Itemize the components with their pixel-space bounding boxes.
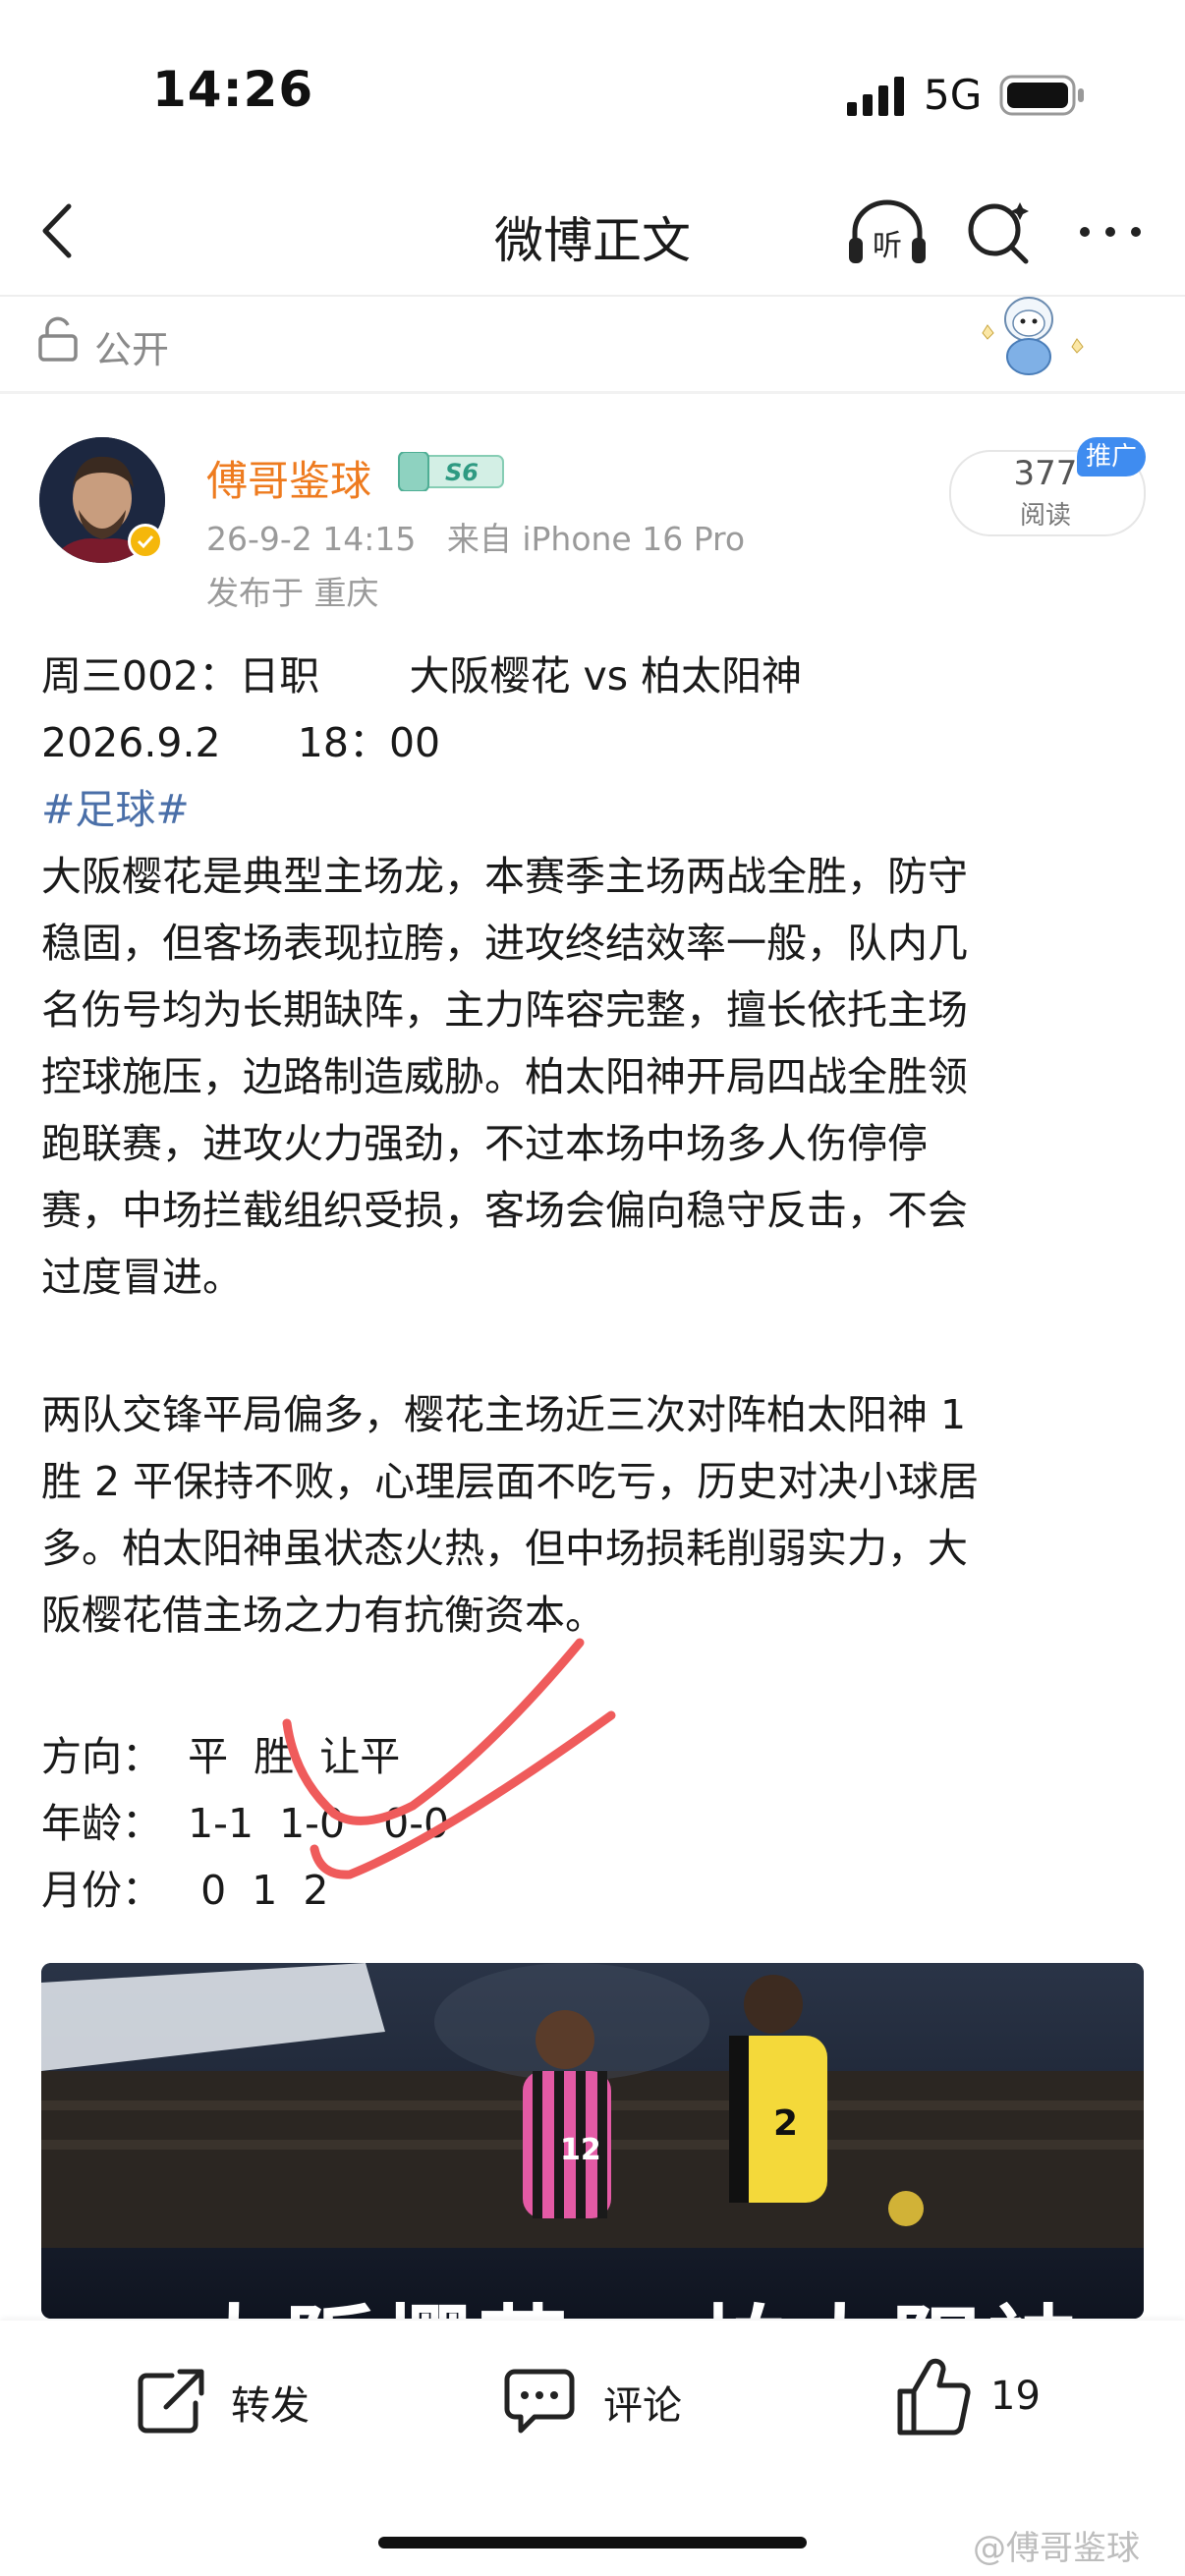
promo-badge[interactable]: 推广 bbox=[1077, 437, 1146, 476]
read-label: 阅读 bbox=[1019, 501, 1071, 531]
status-time: 14:26 bbox=[152, 61, 314, 118]
search-icon[interactable] bbox=[963, 196, 1034, 267]
battery-icon bbox=[999, 75, 1084, 116]
repost-label: 转发 bbox=[231, 2383, 310, 2429]
like-button[interactable]: 19 bbox=[894, 2356, 1091, 2438]
watermark: @傅哥鉴球 bbox=[973, 2529, 1140, 2568]
post-text-line: 跑联赛，进攻火力强劲，不过本场中场多人伤停停 bbox=[41, 1120, 928, 1167]
post-image[interactable]: 12 2 大阪樱花vs柏太阳神 bbox=[41, 1963, 1144, 2319]
post-text-line: 过度冒进。 bbox=[41, 1254, 243, 1301]
post-text-line: 周三002：日职 大阪樱花 vs 柏太阳神 bbox=[41, 652, 803, 700]
author-name[interactable]: 傅哥鉴球 bbox=[206, 448, 371, 508]
comment-button[interactable]: 评论 bbox=[501, 2360, 737, 2438]
topic-tag-link[interactable]: #足球# bbox=[41, 782, 190, 837]
unlock-icon bbox=[38, 316, 78, 362]
post-location: 发布于 重庆 bbox=[206, 574, 379, 612]
post-text-line: 稳固，但客场表现拉胯，进攻终结效率一般，队内几 bbox=[41, 920, 968, 967]
post-text-line: 多。柏太阳神虽状态火热，但中场损耗削弱实力，大 bbox=[41, 1525, 968, 1572]
post-text-line: 赛，中场拦截组织受损，客场会偏向稳守反击，不会 bbox=[41, 1187, 968, 1234]
jersey-number: 12 bbox=[560, 2133, 601, 2167]
mascot-sticker bbox=[982, 297, 1084, 375]
repost-button[interactable]: 转发 bbox=[133, 2360, 388, 2438]
home-indicator[interactable] bbox=[378, 2537, 807, 2548]
level-label: S6 bbox=[445, 459, 479, 486]
post-meta: 26-9-2 14:15 来自 iPhone 16 Pro bbox=[206, 520, 746, 558]
post-text-line: 两队交锋平局偏多，樱花主场近三次对阵柏太阳神 1 bbox=[41, 1391, 967, 1438]
post-text-line: 大阪樱花是典型主场龙，本赛季主场两战全胜，防守 bbox=[41, 853, 968, 900]
comment-label: 评论 bbox=[603, 2383, 682, 2429]
listen-icon-label: 听 bbox=[873, 229, 902, 263]
more-icon[interactable] bbox=[1071, 196, 1150, 267]
post-text-line: 控球施压，边路制造威胁。柏太阳神开局四战全胜领 bbox=[41, 1053, 968, 1100]
image-overlay-text: 大阪樱花vs柏太阳神 bbox=[189, 2275, 1084, 2319]
thumbs-up-icon bbox=[897, 2358, 971, 2436]
jersey-number: 2 bbox=[773, 2103, 798, 2144]
like-count: 19 bbox=[990, 2374, 1041, 2419]
verified-icon bbox=[128, 524, 163, 559]
post-text-line: 2026.9.2 18：00 bbox=[41, 719, 441, 766]
comment-icon bbox=[504, 2369, 575, 2434]
network-label: 5G bbox=[924, 71, 983, 119]
repost-icon bbox=[138, 2369, 204, 2434]
post-text-line: 胜 2 平保持不败，心理层面不吃亏，历史对决小球居 bbox=[41, 1458, 980, 1505]
visibility-label[interactable]: 公开 bbox=[94, 319, 169, 373]
checkmark-annotation-icon bbox=[282, 1638, 616, 1879]
listen-icon[interactable]: 听 bbox=[845, 195, 930, 269]
post-text-line: 名伤号均为长期缺阵，主力阵容完整，擅长依托主场 bbox=[41, 986, 968, 1034]
level-badge-icon: S6 bbox=[398, 452, 504, 491]
divider bbox=[0, 391, 1185, 394]
signal-icon bbox=[847, 77, 904, 116]
